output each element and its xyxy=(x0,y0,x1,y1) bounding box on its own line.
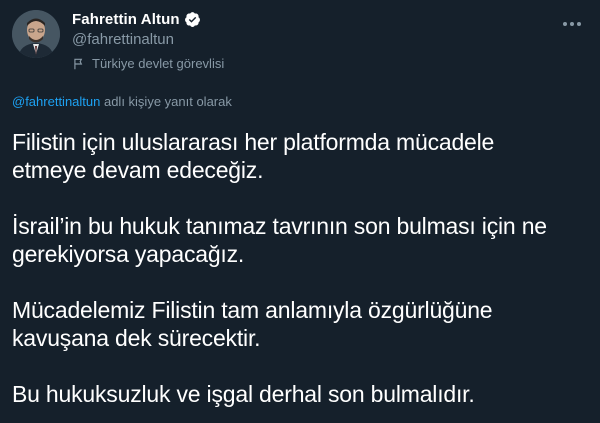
tweet-paragraph: Mücadelemiz Filistin tam anlamıyla özgür… xyxy=(12,297,493,351)
reply-mention-link[interactable]: @fahrettinaltun xyxy=(12,94,100,109)
tweet-paragraph: Bu hukuksuzluk ve işgal derhal son bulma… xyxy=(12,381,475,407)
tweet-paragraph: İsrail’in bu hukuk tanımaz tavrının son … xyxy=(12,213,547,267)
account-label[interactable]: Türkiye devlet görevlisi xyxy=(72,56,224,71)
user-info: Fahrettin Altun @fahrettinaltun Türkiye … xyxy=(72,8,224,72)
more-options-icon xyxy=(563,22,581,26)
verified-badge-icon xyxy=(184,11,200,27)
flag-icon xyxy=(74,58,83,69)
account-label-text: Türkiye devlet görevlisi xyxy=(92,56,225,71)
tweet-card: Fahrettin Altun @fahrettinaltun Türkiye … xyxy=(0,0,600,423)
tweet-header: Fahrettin Altun @fahrettinaltun Türkiye … xyxy=(12,8,588,78)
avatar-image xyxy=(12,10,60,58)
tweet-text: Filistin için uluslararası her platformd… xyxy=(12,128,588,423)
tweet-paragraph: Filistin için uluslararası her platformd… xyxy=(12,129,495,183)
handle[interactable]: @fahrettinaltun xyxy=(72,31,224,48)
avatar[interactable] xyxy=(12,10,60,58)
display-name[interactable]: Fahrettin Altun xyxy=(72,11,180,28)
name-row: Fahrettin Altun xyxy=(72,8,224,30)
reply-context-text: adlı kişiye yanıt olarak xyxy=(100,94,232,109)
reply-context: @fahrettinaltun adlı kişiye yanıt olarak xyxy=(12,94,232,109)
more-options-button[interactable] xyxy=(560,14,584,34)
